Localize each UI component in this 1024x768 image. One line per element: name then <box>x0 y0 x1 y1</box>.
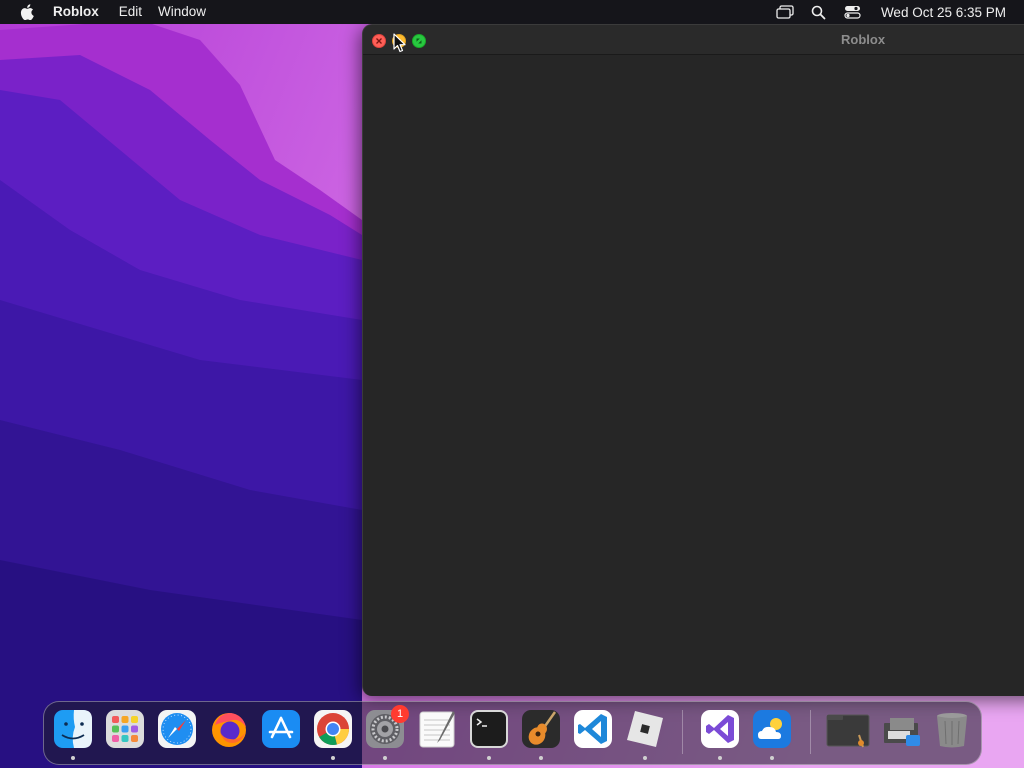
roblox-icon <box>627 711 663 747</box>
fullscreen-button[interactable] <box>412 34 426 48</box>
dock-firefox[interactable] <box>209 709 249 749</box>
trash-icon <box>937 713 967 748</box>
weather-icon <box>753 710 791 748</box>
visual-studio-icon <box>701 710 739 748</box>
control-center-icon[interactable] <box>843 4 863 20</box>
spotlight-search-icon[interactable] <box>809 4 829 20</box>
roblox-window[interactable]: Roblox <box>362 24 1024 696</box>
running-indicator <box>383 756 387 760</box>
vscode-icon <box>574 710 612 748</box>
dock-textedit[interactable] <box>417 709 457 749</box>
screen-mirroring-icon[interactable] <box>775 4 795 20</box>
running-indicator <box>539 756 543 760</box>
chrome-icon <box>314 710 352 748</box>
dock-vscode[interactable] <box>573 709 613 749</box>
dock-app-store[interactable] <box>261 709 301 749</box>
launchpad-icon <box>106 710 144 748</box>
dock: 1 <box>43 701 982 765</box>
close-icon <box>376 38 382 44</box>
menu-edit[interactable]: Edit <box>111 0 150 24</box>
firefox-icon <box>212 713 246 747</box>
dock-visual-studio[interactable] <box>700 709 740 749</box>
finder-icon <box>54 710 92 748</box>
app-store-icon <box>262 710 300 748</box>
running-indicator <box>770 756 774 760</box>
dock-terminal[interactable] <box>469 709 509 749</box>
window-title: Roblox <box>841 32 886 47</box>
running-indicator <box>643 756 647 760</box>
safari-icon <box>158 710 196 748</box>
fullscreen-icon <box>416 38 422 44</box>
folder-icon <box>826 714 870 748</box>
dock-system-preferences[interactable]: 1 <box>365 705 409 749</box>
mouse-cursor-icon <box>393 33 407 53</box>
dock-separator <box>682 710 683 754</box>
notification-badge: 1 <box>391 705 409 723</box>
textedit-icon <box>419 711 455 748</box>
running-indicator <box>718 756 722 760</box>
dock-chrome[interactable] <box>313 709 353 749</box>
menu-bar: Roblox Edit Window Wed Oct 25 6:35 PM <box>0 0 1024 24</box>
window-titlebar[interactable]: Roblox <box>363 25 1024 55</box>
dock-finder[interactable] <box>53 709 93 749</box>
menu-clock[interactable]: Wed Oct 25 6:35 PM <box>881 5 1006 20</box>
menu-window[interactable]: Window <box>150 0 214 24</box>
dock-garageband[interactable] <box>521 709 561 749</box>
dock-launchpad[interactable] <box>105 709 145 749</box>
running-indicator <box>71 756 75 760</box>
close-button[interactable] <box>372 34 386 48</box>
dock-safari[interactable] <box>157 709 197 749</box>
guitar-icon <box>522 710 560 748</box>
apple-icon[interactable] <box>19 3 35 21</box>
running-indicator <box>331 756 335 760</box>
dock-downloads-folder[interactable] <box>825 709 873 749</box>
folder-icon <box>884 718 920 746</box>
dock-separator <box>810 710 811 754</box>
running-indicator <box>487 756 491 760</box>
dock-roblox[interactable] <box>625 709 665 749</box>
terminal-icon <box>470 710 508 748</box>
menu-app-name[interactable]: Roblox <box>53 0 107 24</box>
dock-trash[interactable] <box>932 709 972 749</box>
dock-screenshot-folder[interactable] <box>878 709 926 749</box>
dock-weather[interactable] <box>752 709 792 749</box>
